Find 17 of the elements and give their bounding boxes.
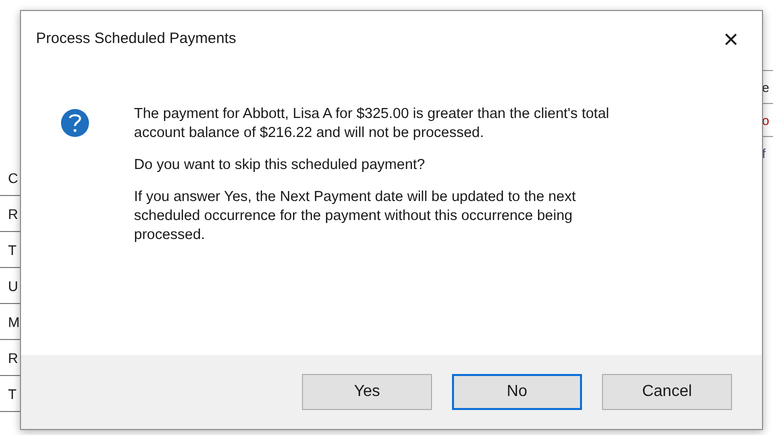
message-text: The payment for Abbott, Lisa A for $325.00 is greater than the client's total account balance of $216.22 and will not be processed. [134, 105, 610, 143]
table-cell: T [8, 242, 17, 256]
dialog-button[interactable]: No [452, 374, 582, 410]
table-cell: R [8, 350, 18, 364]
dialog-button[interactable]: Yes [302, 374, 432, 410]
close-button[interactable]: × [714, 24, 748, 54]
table-cell: R [8, 206, 18, 220]
table-cell: T [8, 386, 17, 400]
message-text: If you answer Yes, the Next Payment date will be updated to the next scheduled occurrence for the payment without this occurrence being processed. [134, 188, 577, 245]
table-cell: M [8, 314, 20, 328]
question-icon [61, 109, 89, 137]
message-text: Do you want to skip this scheduled payment? [134, 156, 426, 175]
table-cell: f [762, 146, 766, 160]
window-title: Process Scheduled Payments [36, 28, 236, 49]
table-cell: C [8, 170, 18, 184]
table-cell: U [8, 278, 18, 292]
dialog-button[interactable]: Cancel [602, 374, 732, 410]
